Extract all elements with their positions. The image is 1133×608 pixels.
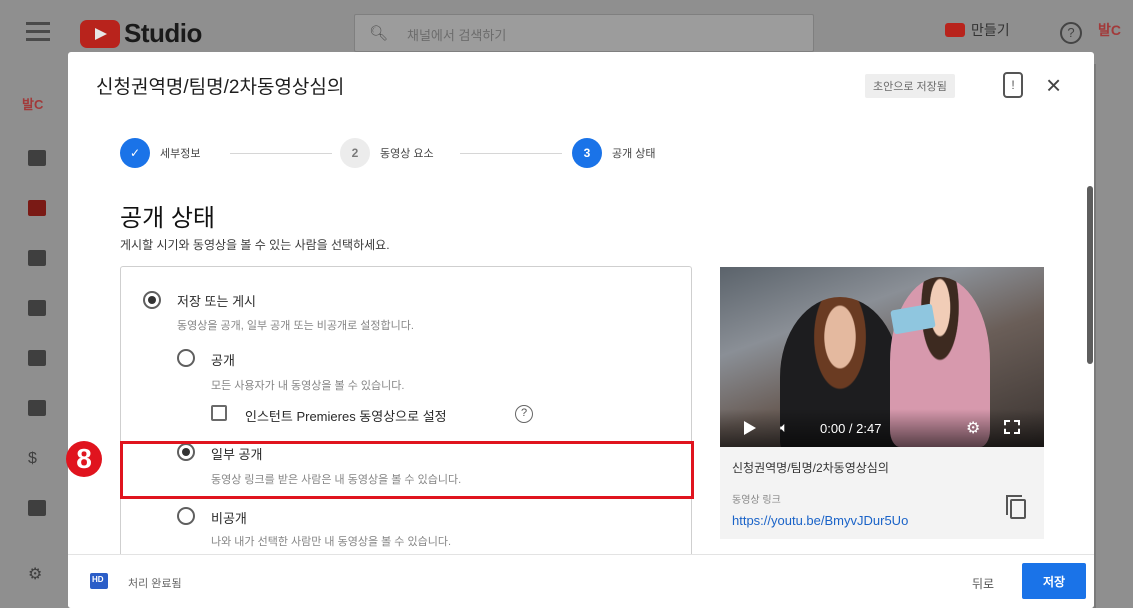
comments-icon[interactable] xyxy=(28,350,46,366)
camera-icon xyxy=(945,23,965,37)
youtube-logo-icon xyxy=(80,19,120,48)
settings-gear-icon[interactable]: ⚙ xyxy=(966,418,980,438)
subtitles-icon[interactable] xyxy=(28,400,46,416)
step-number: 2 xyxy=(340,138,370,168)
upload-stepper: ✓ 세부정보 2 동영상 요소 3 공개 상태 xyxy=(120,138,700,168)
private-radio[interactable] xyxy=(177,507,195,525)
background-right-pane xyxy=(1096,64,1133,608)
dialog-title: 신청권역명/팀명/2차동영상심의 xyxy=(96,77,345,98)
public-desc: 모든 사용자가 내 동영상을 볼 수 있습니다. xyxy=(211,380,405,392)
premiere-label: 인스턴트 Premieres 동영상으로 설정 xyxy=(245,409,447,424)
back-button[interactable]: 뒤로 xyxy=(972,575,994,592)
step-label: 세부정보 xyxy=(160,148,201,160)
step-connector xyxy=(230,153,332,154)
studio-logo[interactable]: Studio xyxy=(80,18,202,49)
preview-video-title: 신청권역명/팀명/2차동영상심의 xyxy=(732,461,889,475)
playlists-icon[interactable] xyxy=(28,250,46,266)
search-box[interactable]: 🔍︎ 채널에서 검색하기 xyxy=(354,14,814,52)
private-desc: 나와 내가 선택한 사람만 내 동영상을 볼 수 있습니다. xyxy=(211,536,452,548)
help-icon[interactable]: ? xyxy=(1060,22,1082,44)
draft-status-badge: 초안으로 저장됨 xyxy=(865,74,955,98)
create-button[interactable]: 만들기 xyxy=(945,20,1010,40)
channel-avatar[interactable]: 발C xyxy=(22,94,43,113)
help-icon[interactable]: ? xyxy=(515,405,533,423)
video-player[interactable]: 🔈︎ 0:00 / 2:47 ⚙ xyxy=(720,267,1044,447)
step-visibility[interactable]: 3 공개 상태 xyxy=(572,138,656,168)
step-video-elements[interactable]: 2 동영상 요소 xyxy=(340,138,434,168)
step-label: 공개 상태 xyxy=(612,148,656,160)
step-connector xyxy=(460,153,562,154)
visibility-subheading: 게시할 시기와 동영상을 볼 수 있는 사람을 선택하세요. xyxy=(120,238,390,252)
play-icon[interactable] xyxy=(744,421,756,435)
video-link-label: 동영상 링크 xyxy=(732,495,781,506)
save-publish-desc: 동영상을 공개, 일부 공개 또는 비공개로 설정합니다. xyxy=(177,320,414,332)
playback-time: 0:00 / 2:47 xyxy=(820,421,882,436)
volume-icon[interactable]: 🔈︎ xyxy=(780,419,788,436)
close-icon[interactable]: × xyxy=(1046,72,1061,98)
feedback-icon[interactable]: ! xyxy=(1003,72,1023,98)
dashboard-icon[interactable] xyxy=(28,150,46,166)
settings-gear-icon[interactable]: ⚙ xyxy=(28,564,46,583)
hd-processing-icon xyxy=(90,573,108,589)
fullscreen-icon[interactable] xyxy=(1004,420,1020,434)
public-radio[interactable] xyxy=(177,349,195,367)
monetization-icon[interactable]: $ xyxy=(28,450,46,467)
visibility-heading: 공개 상태 xyxy=(120,205,215,232)
account-avatar[interactable]: 발C xyxy=(1098,20,1121,40)
video-link[interactable]: https://youtu.be/BmyvJDur5Uo xyxy=(732,513,908,528)
save-button[interactable]: 저장 xyxy=(1022,563,1086,599)
customization-icon[interactable] xyxy=(28,500,46,516)
menu-icon[interactable] xyxy=(26,22,50,42)
step-label: 동영상 요소 xyxy=(380,148,434,160)
step-number: 3 xyxy=(572,138,602,168)
logo-text: Studio xyxy=(124,18,202,48)
create-label: 만들기 xyxy=(971,22,1010,38)
copy-icon[interactable] xyxy=(1006,495,1026,519)
upload-dialog: 신청권역명/팀명/2차동영상심의 초안으로 저장됨 ! × ✓ 세부정보 2 동… xyxy=(68,52,1094,608)
check-icon: ✓ xyxy=(120,138,150,168)
content-icon[interactable] xyxy=(28,200,46,216)
dialog-footer: 처리 완료됨 뒤로 저장 xyxy=(68,554,1094,608)
dialog-scrollbar[interactable] xyxy=(1087,186,1093,364)
premiere-checkbox[interactable] xyxy=(211,405,227,421)
player-controls: 🔈︎ 0:00 / 2:47 ⚙ xyxy=(720,409,1044,447)
unlisted-option-highlight xyxy=(120,441,694,499)
step-number-badge: 8 xyxy=(66,441,102,477)
video-preview-card: 🔈︎ 0:00 / 2:47 ⚙ 신청권역명/팀명/2차동영상심의 동영상 링크… xyxy=(720,267,1044,539)
search-placeholder: 채널에서 검색하기 xyxy=(407,28,507,43)
private-label: 비공개 xyxy=(211,511,247,526)
step-details[interactable]: ✓ 세부정보 xyxy=(120,138,200,168)
analytics-icon[interactable] xyxy=(28,300,46,316)
public-label: 공개 xyxy=(211,353,235,368)
studio-sidebar: 발C $ ⚙ xyxy=(0,64,70,608)
search-icon: 🔍︎ xyxy=(369,25,389,42)
processing-status: 처리 완료됨 xyxy=(128,578,182,590)
save-publish-label: 저장 또는 게시 xyxy=(177,294,256,309)
save-publish-radio[interactable] xyxy=(143,291,161,309)
